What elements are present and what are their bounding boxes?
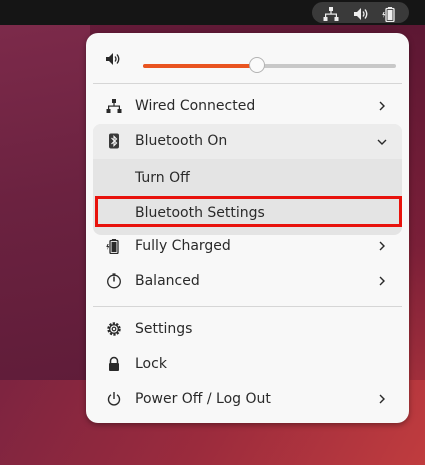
top-bar [0, 0, 425, 25]
lock-icon [109, 356, 119, 371]
separator [93, 306, 402, 307]
menu-item-label: Wired Connected [135, 98, 256, 114]
network-wired-icon [106, 99, 122, 113]
bluetooth-icon [109, 133, 119, 149]
chevron-right-icon [379, 394, 385, 404]
menu-item-label: Fully Charged [135, 238, 231, 254]
menu-item-settings[interactable]: Settings [93, 312, 402, 347]
submenu-item-label: Turn Off [135, 170, 190, 186]
menu-item-power[interactable]: Power Off / Log Out [93, 382, 402, 417]
system-status-area[interactable] [312, 2, 409, 23]
separator [93, 83, 402, 84]
chevron-down-icon[interactable] [375, 135, 389, 149]
menu-item-wired[interactable]: Wired Connected [93, 89, 402, 124]
menu-item-battery[interactable]: Fully Charged [93, 229, 402, 264]
menu-item-power-mode[interactable]: Balanced [93, 264, 402, 299]
menu-item-label: Lock [135, 356, 167, 372]
submenu-item-label: Bluetooth Settings [135, 205, 265, 221]
volume-icon [106, 53, 120, 65]
chevron-right-icon [379, 101, 385, 111]
chevron-right-icon [379, 276, 385, 286]
gear-icon [107, 322, 121, 336]
bluetooth-turn-off[interactable]: Turn Off [93, 162, 402, 197]
menu-item-label: Bluetooth On [135, 133, 228, 149]
network-wired-icon [323, 7, 339, 21]
menu-item-lock[interactable]: Lock [93, 347, 402, 382]
chevron-right-icon [379, 241, 385, 251]
system-menu: Wired Connected Bluetooth On Turn Off Bl… [86, 33, 409, 423]
bluetooth-settings[interactable]: Bluetooth Settings [93, 197, 402, 232]
volume-row [93, 41, 402, 76]
power-mode-icon [107, 273, 121, 289]
volume-slider-knob[interactable] [248, 57, 265, 73]
menu-item-label: Settings [135, 321, 193, 337]
menu-item-label: Balanced [135, 273, 200, 289]
volume-icon [354, 8, 368, 20]
bluetooth-submenu: Bluetooth On Turn Off Bluetooth Settings [93, 124, 402, 235]
volume-slider-fill [143, 64, 257, 68]
volume-slider[interactable] [143, 57, 396, 73]
battery-icon [382, 7, 395, 22]
menu-item-label: Power Off / Log Out [135, 391, 271, 407]
power-icon [107, 392, 121, 406]
battery-charging-icon [106, 239, 119, 254]
menu-item-bluetooth[interactable]: Bluetooth On [93, 124, 402, 159]
